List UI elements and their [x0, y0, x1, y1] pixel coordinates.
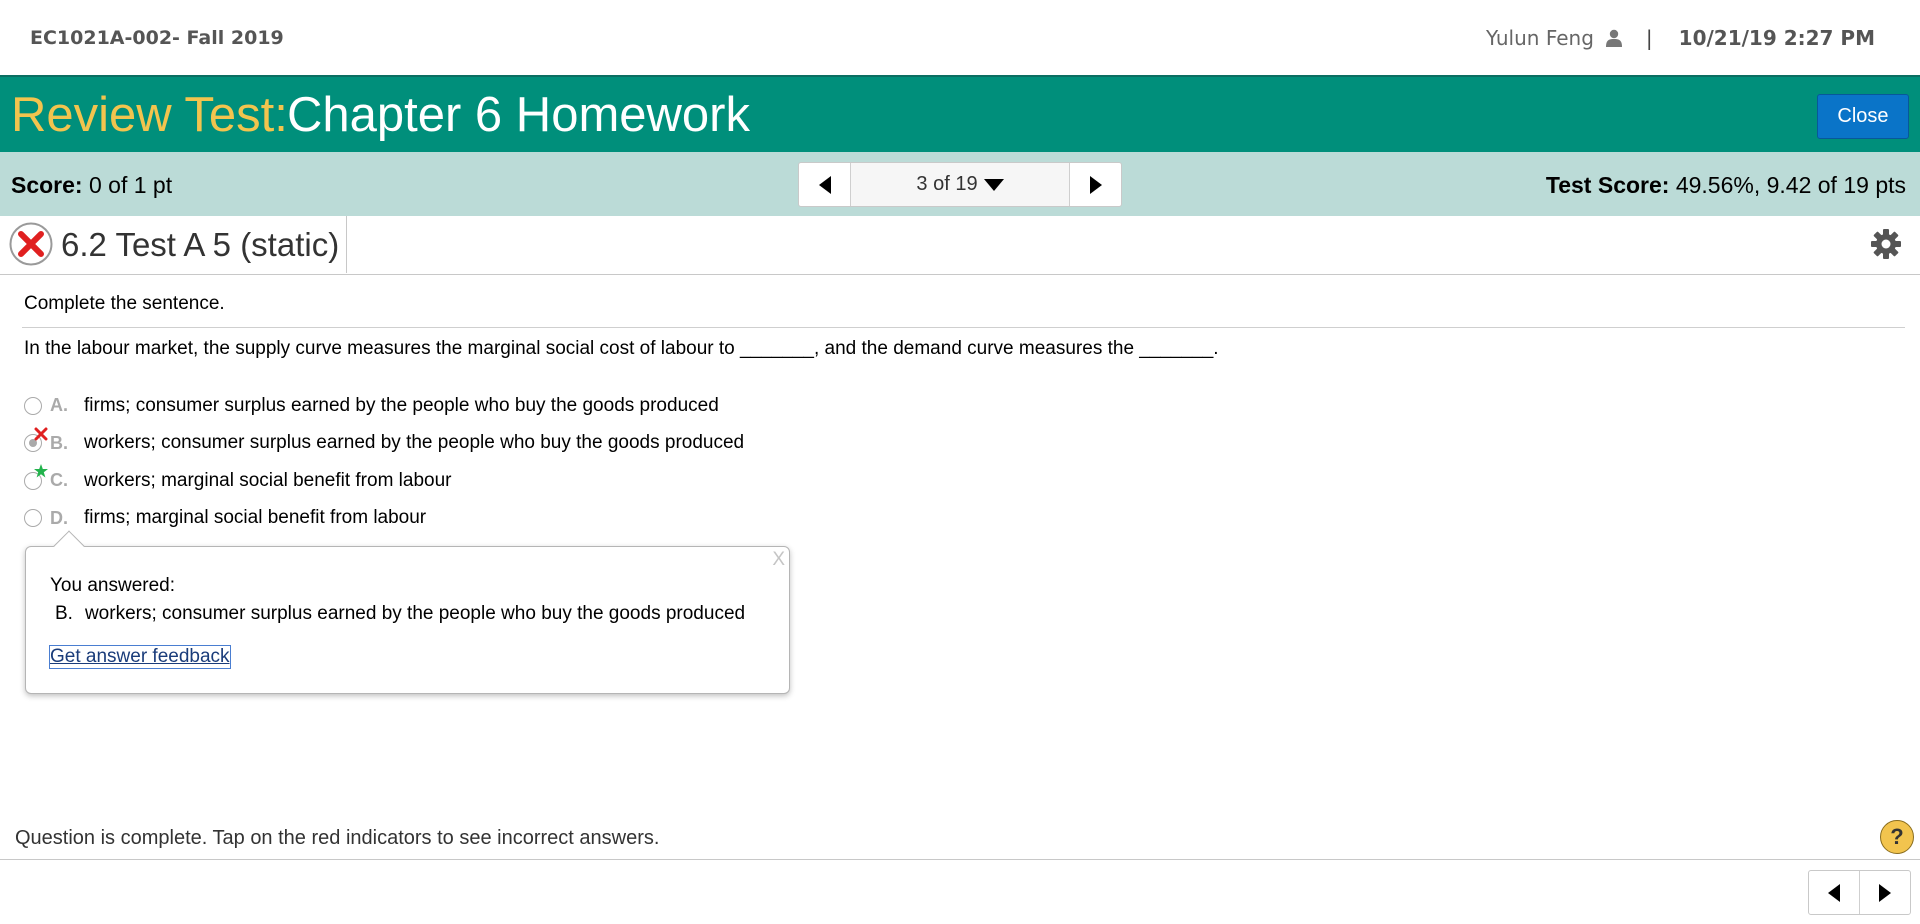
answer-popup: X You answered: B. workers; consumer surp…: [25, 530, 790, 694]
footer-previous-button[interactable]: [1809, 871, 1860, 914]
option-a[interactable]: A. firms; consumer surplus earned by the…: [24, 387, 744, 425]
submitted-answer-text: workers; consumer surplus earned by the …: [84, 603, 746, 624]
incorrect-x-icon[interactable]: [34, 427, 48, 441]
completion-status: Question is complete. Tap on the red ind…: [15, 827, 660, 849]
question-navigator: 3 of 19: [798, 162, 1122, 207]
option-text: workers; consumer surplus earned by the …: [84, 432, 745, 454]
answer-options: A. firms; consumer surplus earned by the…: [24, 387, 744, 537]
correct-star-icon: [34, 464, 48, 478]
user-icon: [1605, 29, 1622, 47]
option-a-radio[interactable]: [24, 396, 42, 415]
score-label: Score:: [11, 172, 83, 198]
footer-navigation: [1808, 870, 1911, 915]
option-text: workers; marginal social benefit from la…: [84, 469, 452, 491]
page-title: Chapter 6 Homework: [287, 88, 750, 142]
option-d-radio[interactable]: [24, 509, 42, 528]
triangle-right-icon: [1879, 883, 1891, 902]
you-answered-label: You answered:: [50, 575, 176, 596]
triangle-left-icon: [1828, 883, 1840, 902]
title-bar: Review Test: Chapter 6 Homework Close: [0, 75, 1920, 152]
option-b[interactable]: B. workers; consumer surplus earned by t…: [24, 425, 744, 463]
header-divider: [346, 216, 347, 273]
question-selector-dropdown[interactable]: 3 of 19: [851, 163, 1069, 206]
help-button[interactable]: ?: [1880, 820, 1914, 854]
option-text: firms; marginal social benefit from labo…: [84, 507, 427, 529]
triangle-left-icon: [818, 175, 831, 194]
popup-close-button[interactable]: X: [772, 549, 785, 571]
next-question-button[interactable]: [1069, 163, 1121, 206]
question-title: 6.2 Test A 5 (static): [61, 226, 340, 263]
option-d[interactable]: D. firms; marginal social benefit from l…: [24, 500, 744, 538]
test-score: Test Score: 49.56%, 9.42 of 19 pts: [1546, 172, 1906, 199]
test-score-label: Test Score:: [1545, 172, 1670, 198]
option-c[interactable]: C. workers; marginal social benefit from…: [24, 462, 744, 500]
score-value: 0 of 1 pt: [88, 172, 173, 198]
option-letter: B.: [50, 432, 68, 453]
course-name: EC1021A-002- Fall 2019: [30, 27, 284, 49]
score-bar: Score: 0 of 1 pt 3 of 19 Test Score: 49.…: [0, 152, 1920, 216]
submitted-answer: B. workers; consumer surplus earned by th…: [55, 603, 745, 625]
previous-question-button[interactable]: [799, 163, 851, 206]
divider: [22, 327, 1905, 328]
triangle-right-icon: [1089, 175, 1102, 194]
caret-down-icon: [983, 178, 1004, 191]
user-area: Yulun Feng | 10/21/19 2:27 PM: [1486, 26, 1875, 50]
option-text: firms; consumer surplus earned by the pe…: [84, 394, 719, 416]
option-letter: D.: [50, 507, 68, 528]
question-instruction: Complete the sentence.: [24, 293, 225, 314]
user-name[interactable]: Yulun Feng: [1486, 26, 1594, 50]
question-header: 6.2 Test A 5 (static): [0, 216, 1920, 275]
footer-next-button[interactable]: [1860, 871, 1910, 914]
submitted-answer-letter: B.: [55, 603, 73, 624]
incorrect-status-icon[interactable]: [9, 222, 53, 266]
header-separator: |: [1645, 26, 1653, 50]
close-button[interactable]: Close: [1817, 94, 1909, 139]
question-score: Score: 0 of 1 pt: [11, 172, 172, 199]
option-letter: A.: [50, 395, 68, 416]
datetime: 10/21/19 2:27 PM: [1678, 26, 1875, 50]
title-prefix: Review Test:: [11, 88, 288, 142]
footer-divider: [0, 859, 1920, 860]
gear-icon[interactable]: [1870, 228, 1902, 260]
question-prompt: In the labour market, the supply curve m…: [24, 338, 1219, 359]
test-score-value: 49.56%, 9.42 of 19 pts: [1675, 172, 1906, 198]
top-bar: EC1021A-002- Fall 2019 Yulun Feng | 10/2…: [0, 0, 1920, 75]
get-answer-feedback-link[interactable]: Get answer feedback: [49, 645, 231, 669]
option-letter: C.: [50, 470, 68, 491]
question-position: 3 of 19: [916, 173, 978, 195]
